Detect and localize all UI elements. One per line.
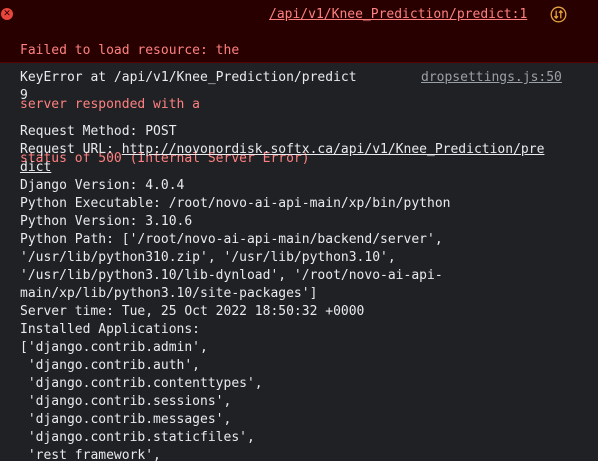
installed-app-line: 'django.contrib.messages', [20,412,232,427]
python-path-line: '/usr/lib/python3.10/lib-dynload', '/roo… [20,268,443,283]
error-x-icon: ✕ [1,8,13,20]
installed-app-line: 'django.contrib.sessions', [20,394,232,409]
installed-app-line: ['django.contrib.admin', [20,340,208,355]
installed-app-line: 'django.contrib.auth', [20,358,201,373]
installed-app-line: 'rest_framework', [20,448,161,461]
error-text-line: Failed to load resource: the [20,43,240,58]
network-request-icon[interactable] [550,6,567,23]
request-url-label: Request URL: [20,142,122,157]
installed-app-line: 'django.contrib.staticfiles', [20,430,255,445]
console-error-message[interactable]: ✕ Failed to load resource: the server re… [0,0,598,166]
python-executable: Python Executable: /root/novo-ai-api-mai… [20,196,451,211]
request-url-link[interactable]: http://novonordisk.softx.ca/api/v1/Knee_… [122,142,545,157]
request-url-link-continued[interactable]: dict [20,160,51,175]
python-path-line: Python Path: ['/root/novo-ai-api-main/ba… [20,232,443,247]
log-body: KeyError at /api/v1/Knee_Prediction/pred… [20,69,580,461]
request-method: Request Method: POST [20,124,177,139]
keyerror-title: KeyError at /api/v1/Knee_Prediction/pred… [20,70,357,85]
django-version: Django Version: 4.0.4 [20,178,185,193]
error-source-link[interactable]: /api/v1/Knee_Prediction/predict:1 [269,6,527,24]
request-url-line: Request URL: http://novonordisk.softx.ca… [20,141,580,159]
devtools-console: ✕ Failed to load resource: the server re… [0,0,598,461]
installed-apps-label: Installed Applications: [20,322,201,337]
python-version: Python Version: 3.10.6 [20,214,193,229]
keyerror-title-continued: 9 [20,88,28,103]
request-url-line-continued: dict [20,159,580,177]
installed-app-line: 'django.contrib.contenttypes', [20,376,263,391]
python-path-line: '/usr/lib/python310.zip', '/usr/lib/pyth… [20,250,396,265]
python-path-line: main/xp/lib/python3.10/site-packages'] [20,286,318,301]
server-time: Server time: Tue, 25 Oct 2022 18:50:32 +… [20,304,365,319]
